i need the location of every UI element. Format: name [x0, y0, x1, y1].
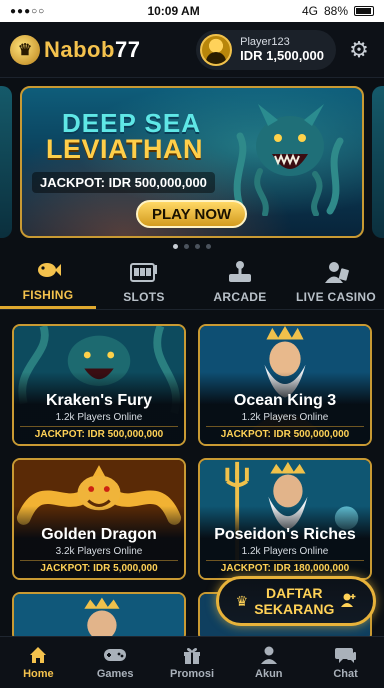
register-now-button[interactable]: ♛ DAFTAR SEKARANG — [216, 576, 376, 626]
gamepad-icon — [103, 645, 127, 665]
gear-icon[interactable]: ⚙ — [344, 35, 374, 65]
nav-label: Promosi — [169, 668, 214, 680]
category-tabs: FISHING SLOTS ARCADE LIVE CASINO — [0, 254, 384, 310]
avatar — [200, 33, 233, 66]
game-art-partial — [14, 594, 184, 640]
gift-icon — [182, 645, 202, 665]
app-header: ♛ Nabob77 Player123 IDR 1,500,000 ⚙ — [0, 22, 384, 78]
crown-icon: ♛ — [10, 34, 40, 65]
register-line2: SEKARANG — [254, 601, 335, 617]
network-label: 4G — [301, 4, 318, 18]
promo-carousel[interactable]: DEEP SEA LEVIATHAN JACKPOT: IDR 500,000,… — [0, 86, 384, 238]
promo-banner[interactable]: DEEP SEA LEVIATHAN JACKPOT: IDR 500,000,… — [20, 86, 364, 238]
game-title: Golden Dragon — [41, 526, 157, 543]
tab-live-casino[interactable]: LIVE CASINO — [288, 254, 384, 309]
user-icon — [259, 645, 279, 665]
tab-fishing[interactable]: FISHING — [0, 254, 96, 309]
carousel-dot[interactable] — [206, 244, 211, 249]
play-now-button[interactable]: PLAY NOW — [136, 200, 248, 228]
players-online: 1.2k Players Online — [55, 412, 143, 423]
carousel-dots — [0, 244, 384, 249]
game-jackpot: JACKPOT: IDR 500,000,000 — [20, 426, 178, 442]
user-balance-pill[interactable]: Player123 IDR 1,500,000 — [196, 29, 336, 70]
carousel-dot[interactable] — [195, 244, 200, 249]
banner-title-line2: LEVIATHAN — [46, 134, 203, 164]
game-card[interactable]: Poseidon's Riches 1.2k Players Online JA… — [198, 458, 372, 580]
register-label: DAFTAR SEKARANG — [254, 585, 334, 617]
balance: IDR 1,500,000 — [240, 48, 324, 63]
nav-label: Akun — [255, 668, 283, 680]
signal-indicator: ●●●○○ — [10, 5, 46, 17]
sea-monster-illustration — [233, 104, 344, 216]
nav-games[interactable]: Games — [77, 637, 154, 688]
brand-suffix: 77 — [114, 36, 141, 62]
fish-icon — [35, 258, 61, 282]
tab-slots[interactable]: SLOTS — [96, 254, 192, 309]
game-jackpot: JACKPOT: IDR 500,000,000 — [206, 426, 364, 442]
battery-percent: 88% — [323, 4, 348, 18]
previous-slide-peek[interactable] — [0, 86, 12, 238]
game-jackpot: JACKPOT: IDR 180,000,000 — [206, 560, 364, 576]
game-title: Kraken's Fury — [45, 392, 153, 409]
add-user-icon — [340, 592, 356, 611]
battery-icon — [354, 6, 374, 16]
game-card[interactable]: Kraken's Fury 1.2k Players Online JACKPO… — [12, 324, 186, 446]
tab-label: LIVE CASINO — [296, 289, 376, 304]
nav-label: Home — [23, 668, 54, 680]
brand-logo[interactable]: ♛ Nabob77 — [10, 34, 140, 65]
nav-chat[interactable]: Chat — [307, 637, 384, 688]
nav-home[interactable]: Home — [0, 637, 77, 688]
players-online: 1.2k Players Online — [241, 546, 329, 557]
players-online: 3.2k Players Online — [55, 546, 143, 557]
nav-promosi[interactable]: Promosi — [154, 637, 231, 688]
game-title: Poseidon's Riches — [214, 526, 356, 543]
players-online: 1.2k Players Online — [241, 412, 329, 423]
home-icon — [28, 645, 48, 665]
tab-arcade[interactable]: ARCADE — [192, 254, 288, 309]
joystick-icon — [227, 260, 253, 284]
slot-machine-icon — [130, 260, 158, 284]
clock: 10:09 AM — [147, 4, 200, 18]
game-card[interactable]: Ocean King 3 1.2k Players Online JACKPOT… — [198, 324, 372, 446]
nav-label: Chat — [333, 668, 358, 680]
chat-icon — [334, 645, 357, 665]
next-slide-peek[interactable] — [372, 86, 384, 238]
brand-name: Nabob77 — [44, 37, 140, 63]
register-line1: DAFTAR — [266, 585, 323, 601]
nav-label: Games — [96, 668, 134, 680]
game-title: Ocean King 3 — [233, 392, 337, 409]
tab-label: SLOTS — [123, 289, 165, 304]
tab-label: ARCADE — [213, 289, 267, 304]
user-info: Player123 IDR 1,500,000 — [240, 36, 324, 63]
banner-jackpot: JACKPOT: IDR 500,000,000 — [32, 172, 215, 193]
bottom-nav: Home Games Promosi Akun Chat — [0, 636, 384, 688]
brand-prefix: Nabob — [44, 36, 115, 62]
dealer-icon — [323, 260, 349, 284]
game-jackpot: JACKPOT: IDR 5,000,000 — [20, 560, 178, 576]
tab-label: FISHING — [22, 288, 74, 302]
crown-icon: ♛ — [235, 592, 249, 609]
status-right: 4G 88% — [302, 4, 374, 18]
carousel-dot[interactable] — [173, 244, 178, 249]
status-bar: ●●●○○ 10:09 AM 4G 88% — [0, 0, 384, 22]
game-card[interactable] — [12, 592, 186, 642]
username: Player123 — [240, 36, 290, 48]
carousel-dot[interactable] — [184, 244, 189, 249]
nav-akun[interactable]: Akun — [230, 637, 307, 688]
game-card[interactable]: Golden Dragon 3.2k Players Online JACKPO… — [12, 458, 186, 580]
